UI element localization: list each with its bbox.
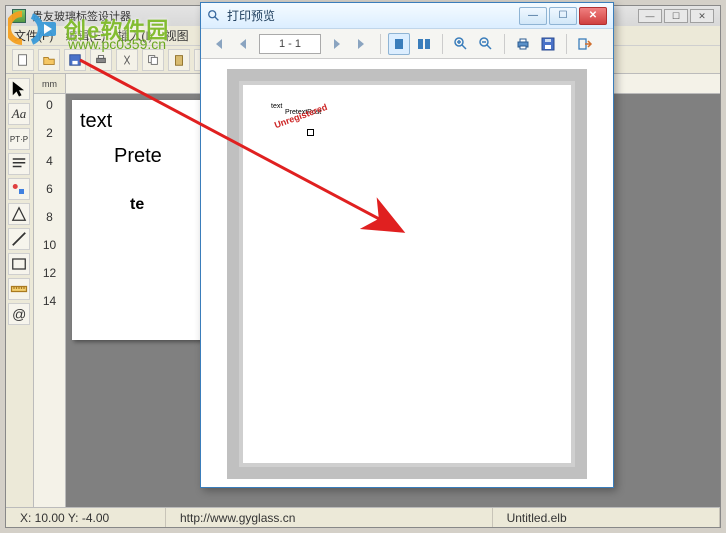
- next-page-button[interactable]: [326, 33, 348, 55]
- preview-window-buttons: — ☐ ✕: [519, 7, 607, 25]
- toolbar-separator: [504, 34, 505, 54]
- menu-file[interactable]: 文件(F): [14, 27, 53, 44]
- ruler-tick: 14: [43, 294, 56, 308]
- preview-body[interactable]: text PretextPost Unregistered: [201, 59, 613, 487]
- ruler-tick: 4: [46, 154, 53, 168]
- menu-edit[interactable]: 编辑(E): [65, 27, 105, 44]
- status-filename: Untitled.elb: [493, 508, 720, 527]
- page-range-box[interactable]: 1 - 1: [259, 34, 321, 54]
- tool-line[interactable]: [8, 228, 30, 250]
- left-toolbox: Aa PT·P @: [6, 74, 34, 507]
- ruler-tick: 12: [43, 266, 56, 280]
- ruler-tick: 2: [46, 126, 53, 140]
- status-url: http://www.gyglass.cn: [166, 508, 493, 527]
- tool-rectangle[interactable]: [8, 253, 30, 275]
- ruler-tick: 6: [46, 182, 53, 196]
- ruler-vertical: 0 2 4 6 8 10 12 14: [34, 94, 66, 507]
- status-coords: X: 10.00 Y: -4.00: [6, 508, 166, 527]
- ruler-tick: 8: [46, 210, 53, 224]
- toolbar-print-button[interactable]: [90, 49, 112, 71]
- main-title-text: 贵友玻璃标签设计器: [32, 8, 131, 24]
- ruler-tick: 0: [46, 98, 53, 112]
- prev-page-button[interactable]: [232, 33, 254, 55]
- first-page-button[interactable]: [207, 33, 229, 55]
- app-icon: [12, 9, 26, 23]
- toolbar-open-button[interactable]: [38, 49, 60, 71]
- preview-minimize-button[interactable]: —: [519, 7, 547, 25]
- print-button[interactable]: [512, 33, 534, 55]
- doc-text-1[interactable]: text: [80, 110, 214, 133]
- save-button[interactable]: [537, 33, 559, 55]
- tool-polygon[interactable]: [8, 203, 30, 225]
- main-window-buttons: — ☐ ✕: [638, 9, 714, 23]
- toolbar-cut-button[interactable]: [116, 49, 138, 71]
- tool-pointer[interactable]: [8, 78, 30, 100]
- toolbar-paste-button[interactable]: [168, 49, 190, 71]
- toolbar-separator: [380, 34, 381, 54]
- zoom-in-button[interactable]: [450, 33, 472, 55]
- preview-close-button[interactable]: ✕: [579, 7, 607, 25]
- minimize-button[interactable]: —: [638, 9, 662, 23]
- last-page-button[interactable]: [351, 33, 373, 55]
- preview-maximize-button[interactable]: ☐: [549, 7, 577, 25]
- status-bar: X: 10.00 Y: -4.00 http://www.gyglass.cn …: [6, 507, 720, 527]
- print-preview-window: 打印预览 — ☐ ✕ 1 - 1 text PretextPost: [200, 2, 614, 488]
- single-page-button[interactable]: [388, 33, 410, 55]
- preview-title-text: 打印预览: [227, 7, 275, 24]
- ruler-unit: mm: [34, 74, 66, 94]
- preview-toolbar: 1 - 1: [201, 29, 613, 59]
- tool-ruler[interactable]: [8, 278, 30, 300]
- toolbar-separator: [566, 34, 567, 54]
- toolbar-separator: [442, 34, 443, 54]
- toolbar-new-button[interactable]: [12, 49, 34, 71]
- menu-view[interactable]: 视图: [165, 27, 189, 44]
- preview-titlebar[interactable]: 打印预览 — ☐ ✕: [201, 3, 613, 29]
- maximize-button[interactable]: ☐: [664, 9, 688, 23]
- doc-text-2[interactable]: Prete: [114, 145, 214, 168]
- magnifier-icon: [207, 9, 221, 23]
- preview-page: text PretextPost Unregistered: [243, 85, 571, 463]
- exit-button[interactable]: [574, 33, 596, 55]
- toolbar-copy-button[interactable]: [142, 49, 164, 71]
- tool-paragraph[interactable]: [8, 153, 30, 175]
- tool-at[interactable]: @: [8, 303, 30, 325]
- zoom-out-button[interactable]: [475, 33, 497, 55]
- ruler-tick: 10: [43, 238, 56, 252]
- toolbar-save-button[interactable]: [64, 49, 86, 71]
- preview-page-frame: text PretextPost Unregistered: [227, 69, 587, 479]
- tool-text[interactable]: Aa: [8, 103, 30, 125]
- close-button[interactable]: ✕: [690, 9, 714, 23]
- menu-insert[interactable]: 插入(I): [117, 27, 152, 44]
- tool-shapes[interactable]: [8, 178, 30, 200]
- tool-ptp[interactable]: PT·P: [8, 128, 30, 150]
- preview-mini-square: [307, 129, 314, 136]
- full-width-button[interactable]: [413, 33, 435, 55]
